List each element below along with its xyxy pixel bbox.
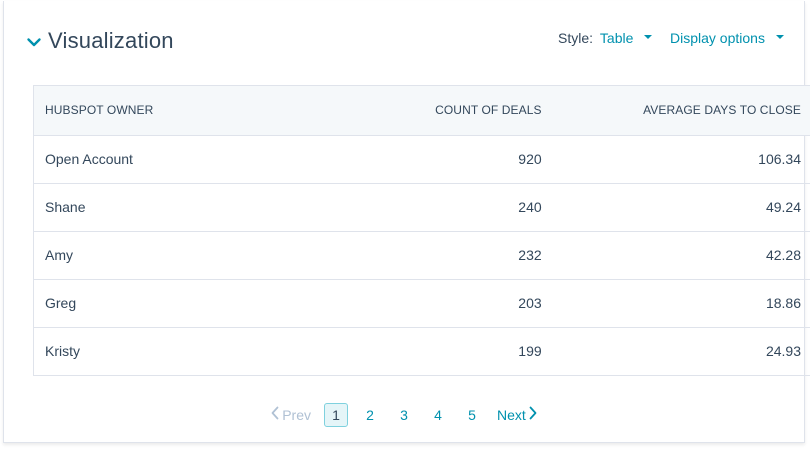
table-row: Amy 232 42.28 (34, 231, 810, 280)
style-label: Style: (558, 30, 594, 46)
table-header-row: HUBSPOT OWNER COUNT OF DEALS AVERAGE DAY… (34, 86, 810, 136)
caret-down-icon (644, 35, 653, 40)
next-button[interactable]: Next (497, 406, 540, 425)
cell-count: 199 (345, 327, 553, 376)
cell-count: 203 (345, 279, 553, 328)
cell-owner: Shane (34, 183, 346, 232)
page-button-3[interactable]: 3 (392, 403, 416, 427)
page-button-2[interactable]: 2 (358, 403, 382, 427)
page-button-5[interactable]: 5 (460, 403, 484, 427)
display-options-dropdown[interactable]: Display options (670, 30, 784, 46)
cell-count: 920 (345, 135, 553, 184)
chevron-right-icon (528, 406, 538, 425)
cell-days: 106.34 (552, 135, 810, 184)
prev-button[interactable]: Prev (268, 406, 311, 425)
section-title: Visualization (48, 28, 174, 53)
column-header-count[interactable]: COUNT OF DEALS (345, 86, 553, 136)
cell-owner: Greg (34, 279, 346, 328)
column-header-owner[interactable]: HUBSPOT OWNER (34, 86, 346, 136)
next-label: Next (497, 407, 526, 423)
page-button-1[interactable]: 1 (324, 403, 348, 427)
card-header: Visualization Style: Table Display optio… (4, 1, 804, 81)
prev-label: Prev (282, 407, 311, 423)
cell-owner: Amy (34, 231, 346, 280)
cell-count: 232 (345, 231, 553, 280)
cell-owner: Open Account (34, 135, 346, 184)
cell-count: 240 (345, 183, 553, 232)
display-options-label: Display options (670, 30, 765, 46)
table-row: Open Account 920 106.34 (34, 135, 810, 184)
cell-days: 42.28 (552, 231, 810, 280)
table-row: Kristy 199 24.93 (34, 327, 810, 376)
cell-days: 24.93 (552, 327, 810, 376)
cell-owner: Kristy (34, 327, 346, 376)
cell-days: 49.24 (552, 183, 810, 232)
visualization-card: Visualization Style: Table Display optio… (3, 1, 810, 443)
chevron-left-icon (270, 406, 280, 425)
style-value[interactable]: Table (600, 30, 633, 46)
report-table: HUBSPOT OWNER COUNT OF DEALS AVERAGE DAY… (34, 86, 810, 376)
report-table-container: HUBSPOT OWNER COUNT OF DEALS AVERAGE DAY… (33, 85, 810, 376)
table-row: Shane 240 49.24 (34, 183, 810, 232)
table-row: Greg 203 18.86 (34, 279, 810, 328)
cell-days: 18.86 (552, 279, 810, 328)
pagination: Prev 1 2 3 4 5 Next (4, 402, 804, 428)
page-button-4[interactable]: 4 (426, 403, 450, 427)
caret-down-icon (775, 35, 784, 40)
column-header-days[interactable]: AVERAGE DAYS TO CLOSE (552, 86, 810, 136)
chevron-down-icon[interactable] (26, 34, 42, 50)
style-dropdown[interactable]: Style: Table (558, 30, 653, 46)
